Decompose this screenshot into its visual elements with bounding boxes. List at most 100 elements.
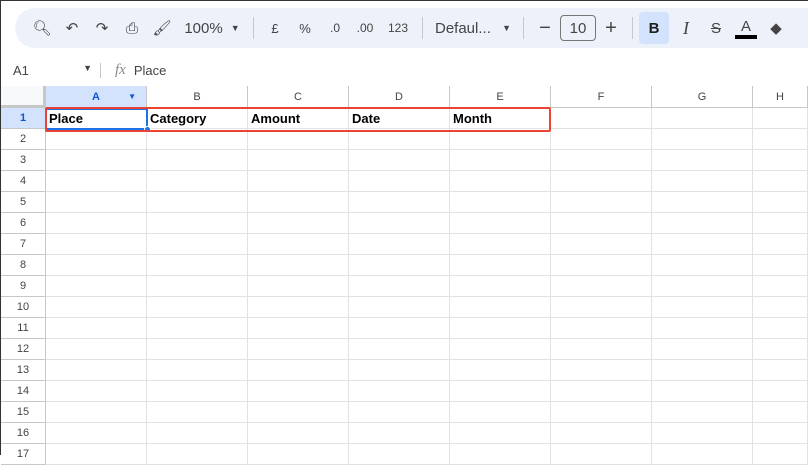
cell-H7[interactable] (753, 234, 808, 255)
cell-C12[interactable] (248, 339, 349, 360)
fill-color-icon[interactable]: ◆ (761, 12, 791, 44)
cell-D11[interactable] (349, 318, 450, 339)
cell-F8[interactable] (551, 255, 652, 276)
cell-A10[interactable] (46, 297, 147, 318)
cell-C10[interactable] (248, 297, 349, 318)
row-header-6[interactable]: 6 (1, 213, 46, 234)
cell-B12[interactable] (147, 339, 248, 360)
cell-E5[interactable] (450, 192, 551, 213)
cell-G11[interactable] (652, 318, 753, 339)
column-header-F[interactable]: F (551, 86, 652, 108)
italic-button[interactable]: I (671, 12, 701, 44)
print-icon[interactable]: ⎙ (117, 12, 147, 44)
cell-E4[interactable] (450, 171, 551, 192)
cell-G10[interactable] (652, 297, 753, 318)
cell-A8[interactable] (46, 255, 147, 276)
cell-D13[interactable] (349, 360, 450, 381)
cell-C4[interactable] (248, 171, 349, 192)
row-header-16[interactable]: 16 (1, 423, 46, 444)
cell-D3[interactable] (349, 150, 450, 171)
row-header-9[interactable]: 9 (1, 276, 46, 297)
strikethrough-icon[interactable]: S (701, 12, 731, 44)
name-box[interactable]: A1 ▼ (1, 62, 101, 78)
cell-H3[interactable] (753, 150, 808, 171)
cell-E13[interactable] (450, 360, 551, 381)
column-header-E[interactable]: E (450, 86, 551, 108)
bold-button[interactable]: B (639, 12, 669, 44)
cell-H8[interactable] (753, 255, 808, 276)
cell-D6[interactable] (349, 213, 450, 234)
row-header-15[interactable]: 15 (1, 402, 46, 423)
cell-H16[interactable] (753, 423, 808, 444)
cell-B8[interactable] (147, 255, 248, 276)
cell-H5[interactable] (753, 192, 808, 213)
row-header-7[interactable]: 7 (1, 234, 46, 255)
cell-D7[interactable] (349, 234, 450, 255)
cell-F14[interactable] (551, 381, 652, 402)
cell-G3[interactable] (652, 150, 753, 171)
cell-E2[interactable] (450, 129, 551, 150)
cell-B4[interactable] (147, 171, 248, 192)
column-header-H[interactable]: H (753, 86, 808, 108)
cell-D2[interactable] (349, 129, 450, 150)
cell-G12[interactable] (652, 339, 753, 360)
cell-D8[interactable] (349, 255, 450, 276)
column-header-C[interactable]: C (248, 86, 349, 108)
cell-C3[interactable] (248, 150, 349, 171)
text-color-button[interactable]: A (731, 12, 761, 44)
cell-A16[interactable] (46, 423, 147, 444)
cell-F15[interactable] (551, 402, 652, 423)
row-header-11[interactable]: 11 (1, 318, 46, 339)
cell-E9[interactable] (450, 276, 551, 297)
cell-F10[interactable] (551, 297, 652, 318)
cell-G14[interactable] (652, 381, 753, 402)
cell-B2[interactable] (147, 129, 248, 150)
cell-C8[interactable] (248, 255, 349, 276)
cell-B16[interactable] (147, 423, 248, 444)
cell-A4[interactable] (46, 171, 147, 192)
cell-C7[interactable] (248, 234, 349, 255)
cell-C2[interactable] (248, 129, 349, 150)
cell-C14[interactable] (248, 381, 349, 402)
cell-B13[interactable] (147, 360, 248, 381)
cell-F6[interactable] (551, 213, 652, 234)
cell-H1[interactable] (753, 108, 808, 129)
cell-G1[interactable] (652, 108, 753, 129)
select-all-corner[interactable] (1, 86, 46, 108)
cell-B10[interactable] (147, 297, 248, 318)
cell-C6[interactable] (248, 213, 349, 234)
cell-E11[interactable] (450, 318, 551, 339)
cell-H12[interactable] (753, 339, 808, 360)
increase-font-size-button[interactable]: + (596, 12, 626, 44)
cell-E6[interactable] (450, 213, 551, 234)
cell-F7[interactable] (551, 234, 652, 255)
cell-D15[interactable] (349, 402, 450, 423)
cell-H9[interactable] (753, 276, 808, 297)
cell-E10[interactable] (450, 297, 551, 318)
cell-G15[interactable] (652, 402, 753, 423)
cell-B9[interactable] (147, 276, 248, 297)
cell-E12[interactable] (450, 339, 551, 360)
column-header-D[interactable]: D (349, 86, 450, 108)
row-header-12[interactable]: 12 (1, 339, 46, 360)
cell-A3[interactable] (46, 150, 147, 171)
column-header-B[interactable]: B (147, 86, 248, 108)
row-header-2[interactable]: 2 (1, 129, 46, 150)
percent-button[interactable]: % (290, 12, 320, 44)
column-header-A[interactable]: A ▼ (46, 86, 147, 108)
cell-G7[interactable] (652, 234, 753, 255)
cell-H15[interactable] (753, 402, 808, 423)
font-size-input[interactable]: 10 (560, 15, 596, 41)
cell-F2[interactable] (551, 129, 652, 150)
cell-H4[interactable] (753, 171, 808, 192)
cell-G5[interactable] (652, 192, 753, 213)
redo-icon[interactable]: ↷ (87, 12, 117, 44)
row-header-1[interactable]: 1 (1, 108, 46, 129)
cell-F1[interactable] (551, 108, 652, 129)
cell-E14[interactable] (450, 381, 551, 402)
cell-D4[interactable] (349, 171, 450, 192)
search-icon[interactable]: 🔍︎ (27, 12, 57, 44)
cell-A5[interactable] (46, 192, 147, 213)
cell-E15[interactable] (450, 402, 551, 423)
cell-B11[interactable] (147, 318, 248, 339)
